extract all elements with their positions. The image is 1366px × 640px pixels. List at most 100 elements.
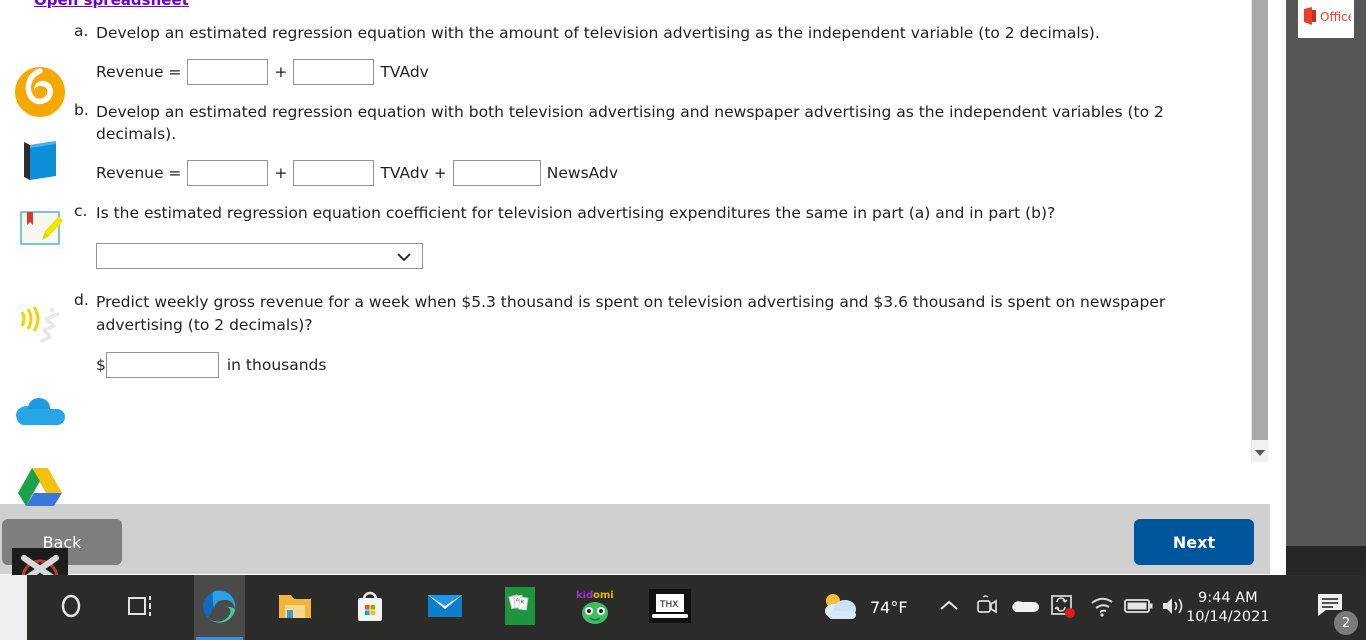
taskbar-item-task-view[interactable] [116,575,167,640]
predicted-revenue-input-d[interactable] [105,352,219,378]
show-hidden-icons-button[interactable] [934,575,964,640]
answer-row-a: Revenue = + TVAdv [96,58,1230,85]
dock-item-google-drive[interactable] [12,460,68,516]
onedrive-cloud-icon [13,395,67,437]
currency-symbol-d: $ [96,356,106,374]
chevron-down-icon [1255,442,1265,461]
orange-logo-icon [13,65,67,123]
answer-b-operator: + [274,163,288,182]
answer-b-prefix: Revenue = [96,163,182,182]
microsoft-store-icon [355,589,385,627]
office-icon: Office [1301,6,1355,30]
camera-tray-icon-button[interactable] [972,575,1002,640]
question-d-text: Predict weekly gross revenue for a week … [96,293,1166,334]
screen: Open spreadsheet a. Develop an estimated… [0,0,1366,640]
question-d-label: d. [74,291,89,309]
answer-a-operator: + [274,62,288,81]
answer-b-term1: TVAdv + [380,163,447,182]
thx-laptop-icon: THX [648,588,691,627]
taskbar-item-file-explorer[interactable] [269,575,320,640]
taskbar-item-kidomi[interactable]: kid omi [569,575,620,640]
start-area[interactable] [0,575,27,640]
question-c: c. Is the estimated regression equation … [0,201,1230,269]
taskbar-item-thx[interactable]: THX [644,575,695,640]
kidomi-icon: kid omi [574,586,616,630]
battery-icon [1124,597,1154,619]
taskbar-item-cortana[interactable] [45,575,96,640]
dock-item-annotate[interactable] [12,202,68,258]
wifi-button[interactable] [1086,575,1118,640]
newsadv-coefficient-input-b[interactable] [452,159,541,186]
blue-book-icon [16,136,64,188]
dropdown-holder-c [96,243,423,269]
question-c-label: c. [74,201,88,220]
question-c-text: Is the estimated regression equation coe… [96,203,1056,222]
scrollbar-thumb[interactable] [1252,0,1268,440]
dock-item-office[interactable]: Office [1298,0,1355,38]
question-a-label: a. [74,22,89,40]
temperature-label: 74°F [870,598,908,617]
svg-text:kid: kid [576,590,593,601]
app-dock [1286,0,1366,575]
navigation-footer: Back Next [0,504,1270,574]
scrollbar-down-button[interactable] [1252,440,1268,462]
google-drive-icon [15,464,65,513]
taskbar-item-microsoft-store[interactable] [344,575,395,640]
clock-date: 10/14/2021 [1186,608,1270,625]
partly-cloudy-icon [820,590,862,626]
question-d: d. Predict weekly gross revenue for a we… [0,291,1230,378]
question-b-label: b. [74,100,89,119]
taskbar-item-solitaire[interactable]: A K [494,575,545,640]
windows-taskbar: A K kid omi THX 74°F 9:44 AM 10/14/2021 … [0,575,1366,640]
question-content-pane: Open spreadsheet a. Develop an estimated… [0,0,1270,504]
same-coefficient-dropdown[interactable] [96,243,423,269]
dock-item-pearson[interactable] [12,66,68,122]
next-button[interactable]: Next [1134,519,1254,565]
notification-center-button[interactable]: 2 [1296,575,1366,640]
svg-text:Office: Office [1320,10,1351,24]
sync-alert-icon [1049,593,1077,623]
answer-row-b: Revenue = + TVAdv + NewsAdv [96,159,1230,186]
tvadv-coefficient-input-a[interactable] [293,58,375,85]
chevron-up-icon [939,598,959,617]
svg-text:THX: THX [659,600,678,610]
dock-item-onedrive[interactable] [12,388,68,444]
question-a: a. Develop an estimated regression equat… [0,22,1230,85]
file-explorer-icon [277,590,313,626]
mail-icon [427,592,463,624]
task-view-icon [127,593,157,623]
taskbar-item-edge[interactable] [194,575,245,640]
intercept-input-b[interactable] [187,159,269,186]
open-spreadsheet-link[interactable]: Open spreadsheet [34,0,189,9]
intercept-input-a[interactable] [187,58,269,85]
weather-widget[interactable]: 74°F [820,575,908,640]
dock-item-read-aloud[interactable] [12,300,68,356]
tvadv-coefficient-input-b[interactable] [293,159,375,186]
edge-browser-icon [201,587,239,629]
dock-item-ebook[interactable] [12,134,68,190]
onedrive-tray-icon [1011,597,1039,619]
volume-button[interactable] [1158,575,1188,640]
answer-a-term1: TVAdv [380,62,429,81]
vertical-scrollbar[interactable] [1251,0,1268,462]
clock-widget[interactable]: 9:44 AM 10/14/2021 [1186,575,1270,640]
solitaire-icon: A K [504,586,535,629]
svg-text:omi: omi [593,590,614,601]
taskbar-item-mail[interactable] [419,575,470,640]
onedrive-tray-button[interactable] [1008,575,1042,640]
sync-alert-button[interactable] [1046,575,1080,640]
highlighter-book-icon [15,204,65,256]
clock-time: 9:44 AM [1197,589,1258,606]
cortana-icon [57,592,85,624]
question-b-text: Develop an estimated regression equation… [96,102,1164,144]
battery-button[interactable] [1122,575,1156,640]
speech-icon [14,301,66,355]
question-list: a. Develop an estimated regression equat… [0,22,1230,381]
answer-row-c [96,243,1230,269]
answer-a-prefix: Revenue = [96,62,182,81]
wifi-icon [1089,595,1115,621]
question-b: b. Develop an estimated regression equat… [0,101,1230,186]
volume-icon [1160,595,1186,621]
question-a-text: Develop an estimated regression equation… [96,24,1100,42]
unit-label-d: in thousands [226,356,327,374]
